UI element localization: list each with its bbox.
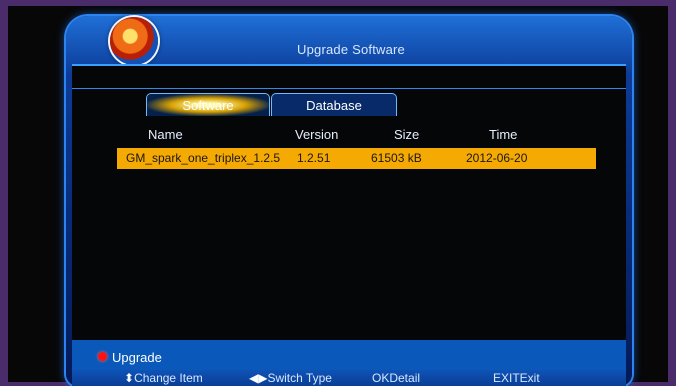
- window-title: Upgrade Software: [297, 42, 405, 57]
- content-panel: Software Database Name Version Size Time…: [72, 64, 626, 341]
- red-button-icon: [98, 352, 107, 361]
- hint-label: Exit: [519, 371, 540, 385]
- upgrade-software-window: Upgrade Software Software Database Name …: [66, 16, 632, 386]
- hint-ok-detail: OKDetail: [372, 371, 420, 385]
- exit-key-label: EXIT: [493, 371, 520, 385]
- tab-divider: [72, 88, 626, 89]
- software-size: 61503 kB: [371, 151, 422, 165]
- hint-exit: EXITExit: [493, 371, 540, 385]
- column-name: Name: [148, 127, 183, 142]
- software-version: 1.2.51: [297, 151, 331, 165]
- tv-frame: Upgrade Software Software Database Name …: [8, 6, 668, 386]
- software-time: 2012-06-20: [466, 151, 528, 165]
- column-size: Size: [394, 127, 420, 142]
- tab-database[interactable]: Database: [271, 93, 397, 116]
- hint-label: Change Item: [134, 371, 203, 385]
- tab-software[interactable]: Software: [146, 93, 270, 116]
- hint-label: Switch Type: [267, 371, 332, 385]
- upgrade-label: Upgrade: [112, 350, 162, 365]
- upgrade-action[interactable]: Upgrade: [98, 350, 162, 365]
- hint-label: Detail: [389, 371, 421, 385]
- column-time: Time: [489, 127, 518, 142]
- up-down-arrow-icon: ⬍: [124, 371, 135, 385]
- ok-key-label: OK: [372, 371, 390, 385]
- hint-switch-type: ◀▶Switch Type: [249, 371, 332, 385]
- hint-change-item: ⬍Change Item: [124, 371, 203, 385]
- brand-logo-icon: [110, 17, 158, 65]
- software-name: GM_spark_one_triplex_1.2.5: [126, 151, 281, 165]
- left-right-arrow-icon: ◀▶: [249, 371, 268, 385]
- footer-bar: Upgrade ⬍Change Item ◀▶Switch Type OKDet…: [72, 340, 626, 386]
- table-row[interactable]: GM_spark_one_triplex_1.2.5 1.2.51 61503 …: [117, 148, 596, 169]
- column-version: Version: [295, 127, 339, 142]
- table-header: Name Version Size Time: [117, 127, 587, 145]
- key-hints: ⬍Change Item ◀▶Switch Type OKDetail EXIT…: [72, 370, 626, 386]
